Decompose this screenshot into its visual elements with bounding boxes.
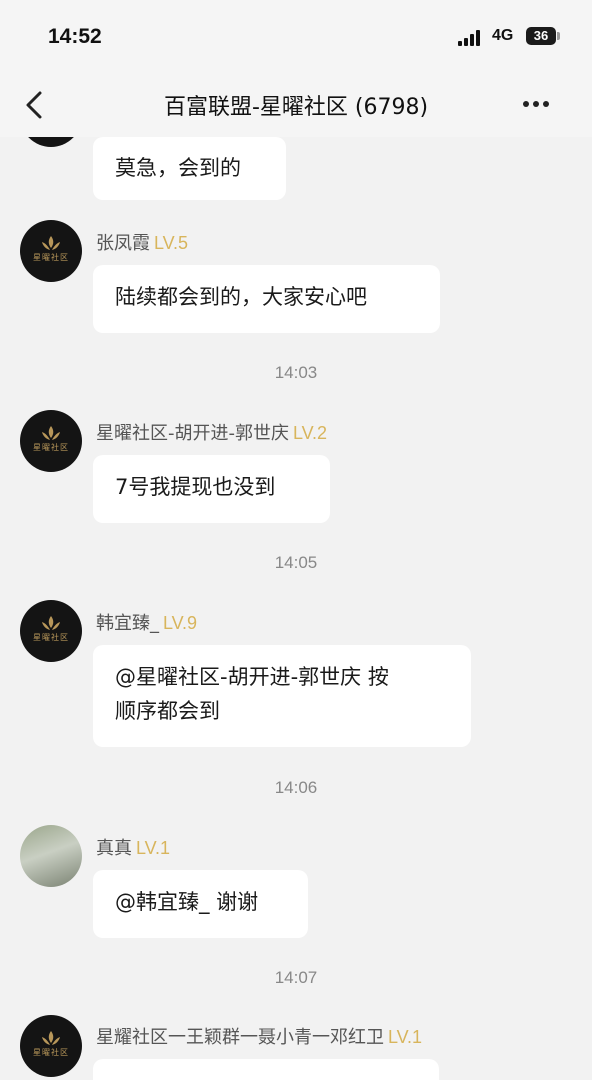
- message-text: 7号我提现也没到: [115, 475, 276, 499]
- sender-name: 真真 LV.1: [96, 838, 171, 859]
- message-text-line: @星曜社区-胡开进-郭世庆 按: [115, 665, 389, 689]
- timestamp: 14:03: [274, 363, 318, 382]
- page-title: 百富联盟-星曜社区 (6798): [163, 95, 429, 120]
- more-horizontal-icon[interactable]: [522, 100, 550, 108]
- level-badge: LV.1: [388, 1027, 423, 1047]
- signal-icon: [458, 30, 486, 46]
- avatar[interactable]: 星曜社区: [20, 220, 82, 282]
- level-badge: LV.5: [154, 233, 189, 253]
- sender-name: 星耀社区一王颖群一聂小青一邓红卫 LV.1: [96, 1027, 423, 1048]
- avatar[interactable]: [20, 825, 82, 887]
- timestamp: 14:06: [274, 778, 318, 797]
- status-bar: 14:52 4G 36: [0, 0, 592, 75]
- network-label: 4G: [492, 27, 514, 44]
- timestamp: 14:07: [274, 968, 318, 987]
- chevron-left-icon[interactable]: [18, 87, 54, 123]
- avatar-logo-text: 星曜社区: [33, 1048, 69, 1057]
- level-badge: LV.2: [293, 423, 328, 443]
- avatar[interactable]: 星曜社区: [20, 1015, 82, 1077]
- message-bubble[interactable]: @星曜社区-胡开进-郭世庆 按 顺序都会到: [93, 645, 471, 747]
- message-bubble[interactable]: 陆续都会到的，大家安心吧: [93, 265, 440, 333]
- battery-icon: 36: [526, 27, 556, 45]
- message-text: 莫急，会到的: [115, 156, 241, 180]
- message-list[interactable]: 莫急，会到的 星曜社区 张凤霞 LV.5 陆续都会到的，大家安心吧 14:03 星…: [0, 137, 592, 1080]
- message-text: 陆续都会到的，大家安心吧: [115, 285, 367, 309]
- level-badge: LV.1: [136, 838, 171, 858]
- status-time: 14:52: [48, 25, 102, 48]
- logo-icon: [42, 426, 60, 440]
- level-badge: LV.9: [163, 613, 198, 633]
- avatar[interactable]: 星曜社区: [20, 600, 82, 662]
- avatar[interactable]: 星曜社区: [20, 410, 82, 472]
- message-bubble[interactable]: [93, 1059, 439, 1080]
- avatar-logo-text: 星曜社区: [33, 443, 69, 452]
- logo-icon: [42, 1031, 60, 1045]
- avatar-logo-text: 星曜社区: [33, 253, 69, 262]
- message-bubble[interactable]: 7号我提现也没到: [93, 455, 330, 523]
- sender-name: 星曜社区-胡开进-郭世庆 LV.2: [96, 423, 328, 444]
- sender-name: 张凤霞 LV.5: [96, 233, 189, 254]
- battery-tip: [557, 32, 560, 40]
- logo-icon: [42, 236, 60, 250]
- message-text-line: 顺序都会到: [115, 699, 220, 723]
- message-text: @韩宜臻_ 谢谢: [115, 890, 259, 914]
- message-bubble[interactable]: @韩宜臻_ 谢谢: [93, 870, 308, 938]
- logo-icon: [42, 616, 60, 630]
- sender-name: 韩宜臻_ LV.9: [96, 613, 198, 634]
- avatar-logo-text: 星曜社区: [33, 633, 69, 642]
- timestamp: 14:05: [274, 553, 318, 572]
- message-bubble[interactable]: 莫急，会到的: [93, 137, 286, 200]
- nav-bar: 百富联盟-星曜社区 (6798): [0, 75, 592, 137]
- avatar[interactable]: [20, 137, 82, 147]
